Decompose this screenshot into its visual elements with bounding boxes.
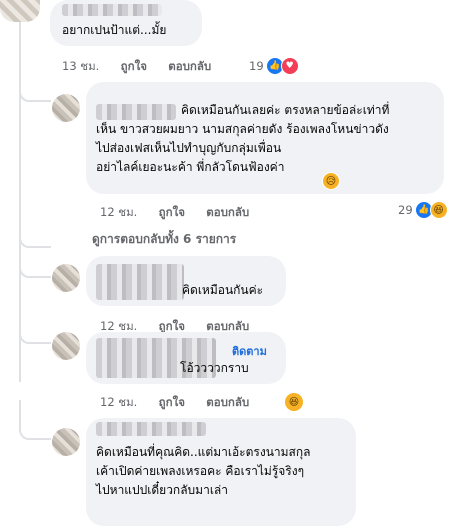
reaction-count: 29 [398,203,413,217]
comment-bubble: อยากเปนป้าแต่...มั้ย [50,0,202,46]
comment-meta: 12 ชม. ถูกใจ ตอบกลับ [100,204,249,222]
view-all-replies-link[interactable]: ดูการตอบกลับทั้ง 6 รายการ [92,230,236,249]
like-link[interactable]: ถูกใจ [159,204,185,222]
sad-icon: 😥 [322,172,340,190]
reply-link[interactable]: ตอบกลับ [168,58,211,76]
comment-bubble: คิดเหมือนกันค่ะ [86,256,286,306]
comment-text: อยากเปนป้าแต่...มั้ย [62,23,167,37]
thread-curve-4 [19,322,51,344]
comment-text: คิดเหมือนกันเลยค่ะ ตรงหลายข้อล่ะเท่าที่ … [96,103,390,174]
author-name-blurred[interactable] [62,4,162,16]
comment-text: คิดเหมือนที่คุณคิด..แต่มาเอ้ะตรงนามสกุล … [96,445,311,497]
reply-link[interactable]: ตอบกลับ [206,394,249,412]
reaction-summary[interactable]: 29 👍 😆 [398,201,448,219]
comment-meta: 13 ชม. ถูกใจ ตอบกลับ [62,58,211,76]
comment-text: คิดเหมือนกันค่ะ [182,283,264,297]
comment-bubble: คิดเหมือนกันเลยค่ะ ตรงหลายข้อล่ะเท่าที่ … [86,82,444,194]
comment-meta: 12 ชม. ถูกใจ ตอบกลับ [100,394,249,412]
author-name-blurred[interactable] [96,264,184,300]
comment-time[interactable]: 12 ชม. [100,204,137,222]
avatar[interactable] [52,264,80,292]
haha-icon[interactable]: 😆 [284,392,304,412]
avatar[interactable] [52,428,80,456]
love-icon: ♥ [280,57,299,75]
author-name-blurred[interactable] [96,422,206,436]
avatar[interactable] [0,0,40,22]
reply-link[interactable]: ตอบกลับ [206,204,249,222]
thread-curve-3 [19,256,51,278]
like-link[interactable]: ถูกใจ [121,58,147,76]
comment-text: โอ้ววววกราบ [180,361,249,375]
haha-icon: 😆 [429,201,448,219]
like-link[interactable]: ถูกใจ [159,394,185,412]
comment-time[interactable]: 12 ชม. [100,394,137,412]
thread-curve-5 [19,400,51,440]
follow-button[interactable]: ติดตาม [232,342,267,360]
comment-time[interactable]: 13 ชม. [62,58,99,76]
thread-curve-1 [19,82,51,102]
comment-bubble: ติดตาม โอ้ววววกราบ [86,332,286,384]
reaction-count: 19 [249,59,264,73]
avatar[interactable] [52,94,80,122]
avatar[interactable] [52,332,80,360]
thread-curve-2 [19,228,51,248]
reaction-summary[interactable]: 19 👍 ♥ [249,57,299,75]
comment-bubble: คิดเหมือนที่คุณคิด..แต่มาเอ้ะตรงนามสกุล … [86,418,356,526]
